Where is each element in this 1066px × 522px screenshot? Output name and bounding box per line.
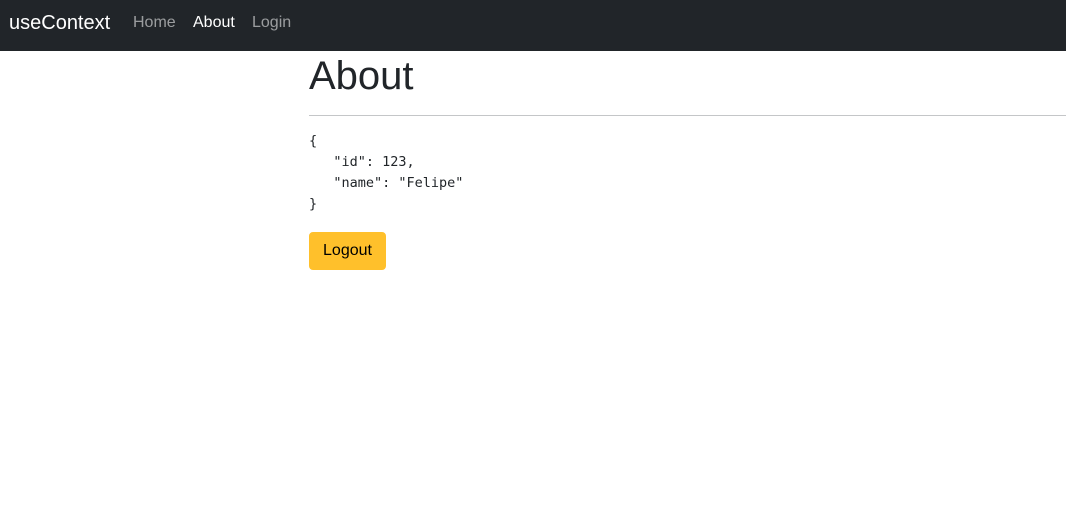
top-navbar: useContext Home About Login: [0, 0, 1066, 51]
nav-link-about[interactable]: About: [193, 13, 235, 33]
page-title: About: [309, 54, 414, 98]
user-json-display: { "id": 123, "name": "Felipe" }: [309, 133, 464, 212]
nav-link-home[interactable]: Home: [133, 13, 176, 33]
title-divider: [309, 115, 1066, 116]
navbar-brand[interactable]: useContext: [9, 11, 110, 35]
nav-link-login[interactable]: Login: [252, 13, 291, 33]
logout-button[interactable]: Logout: [309, 232, 386, 270]
